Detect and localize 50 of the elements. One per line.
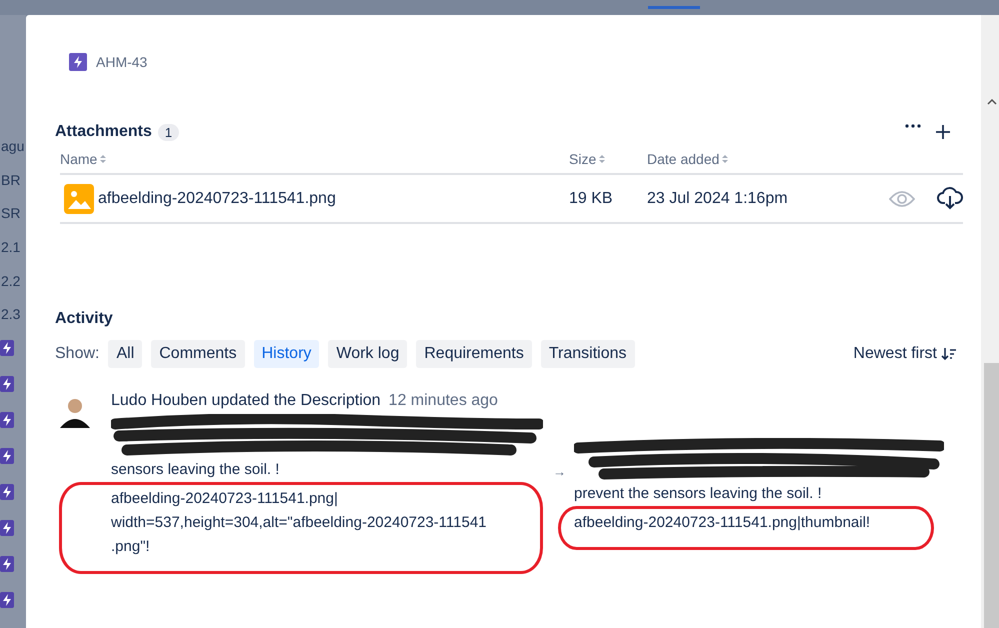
old-description: sensors leaving the soil. ! (111, 460, 280, 480)
old-description: afbeelding-20240723-111541.png| width=537,height=304,alt="afbeelding-20240723-111541 .png"! (111, 489, 488, 557)
lightning-icon (0, 484, 14, 500)
background-text: agu (1, 138, 24, 156)
issue-key[interactable]: AHM-43 (96, 54, 148, 70)
lightning-icon (0, 376, 14, 392)
scrollbar[interactable] (981, 15, 999, 628)
sort-icon (100, 154, 106, 164)
section-title: Activity (55, 310, 113, 328)
sort-icon (599, 154, 606, 164)
filter-tab[interactable]: History (254, 340, 320, 368)
lightning-icon (69, 53, 87, 71)
new-description: prevent the sensors leaving the soil. ! (574, 484, 823, 504)
lightning-icon (0, 520, 14, 536)
add-icon[interactable] (935, 124, 951, 140)
count-badge: 1 (158, 124, 180, 140)
image-file-icon (64, 184, 94, 214)
show-label: Show: (55, 345, 100, 363)
background-text: SR (1, 205, 20, 224)
lightning-icon (0, 592, 14, 608)
filter-tab[interactable]: Comments (151, 340, 245, 368)
table-cell-text: 19 KB (569, 190, 614, 208)
sort-dropdown[interactable]: Newest first (853, 345, 963, 363)
file-name-link[interactable]: afbeelding-20240723-111541.png (98, 190, 336, 208)
section-title: Attachments (55, 123, 152, 141)
column-header[interactable]: Size (569, 151, 647, 167)
lightning-icon (0, 412, 14, 428)
cloud-download-icon[interactable] (937, 186, 963, 210)
background-text: 2.2 (1, 272, 20, 291)
sort-order-icon (941, 347, 957, 361)
table-cell-text: 23 Jul 2024 1:16pm (647, 190, 789, 208)
activity-summary: Ludo Houben updated the Description (111, 391, 381, 411)
scroll-up-icon[interactable] (987, 99, 997, 105)
column-header[interactable]: Date added (647, 151, 963, 167)
lightning-icon (0, 556, 14, 572)
lightning-icon (0, 448, 14, 464)
background-tab-underline (648, 6, 700, 9)
lightning-icon (0, 340, 14, 356)
sort-icon (722, 154, 728, 164)
filter-tab[interactable]: All (108, 340, 142, 368)
activity-time: 12 minutes ago (388, 391, 498, 411)
background-text: BR (1, 172, 20, 190)
background-text: 2.1 (1, 239, 20, 258)
column-header[interactable]: Name (60, 151, 569, 167)
background-text: 2.3 (1, 306, 20, 324)
filter-tab[interactable]: Work log (328, 340, 408, 368)
filter-tab[interactable]: Transitions (540, 340, 634, 368)
new-description: afbeelding-20240723-111541.png|thumbnail! (574, 513, 872, 533)
change-arrow: → (553, 464, 566, 479)
filter-tab[interactable]: Requirements (416, 340, 532, 368)
